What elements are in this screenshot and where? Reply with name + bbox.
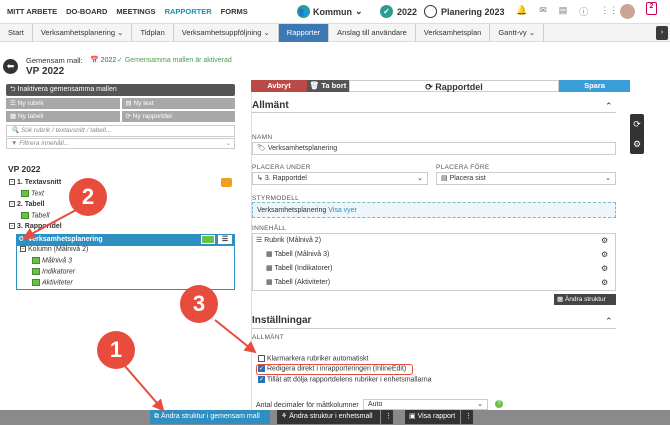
arrow-3 [214,319,257,354]
arrow-2 [22,209,77,239]
annotation-2: 2 [69,178,107,216]
annotation-1: 1 [97,331,135,369]
arrow-1 [123,364,165,412]
annotation-3: 3 [180,285,218,323]
